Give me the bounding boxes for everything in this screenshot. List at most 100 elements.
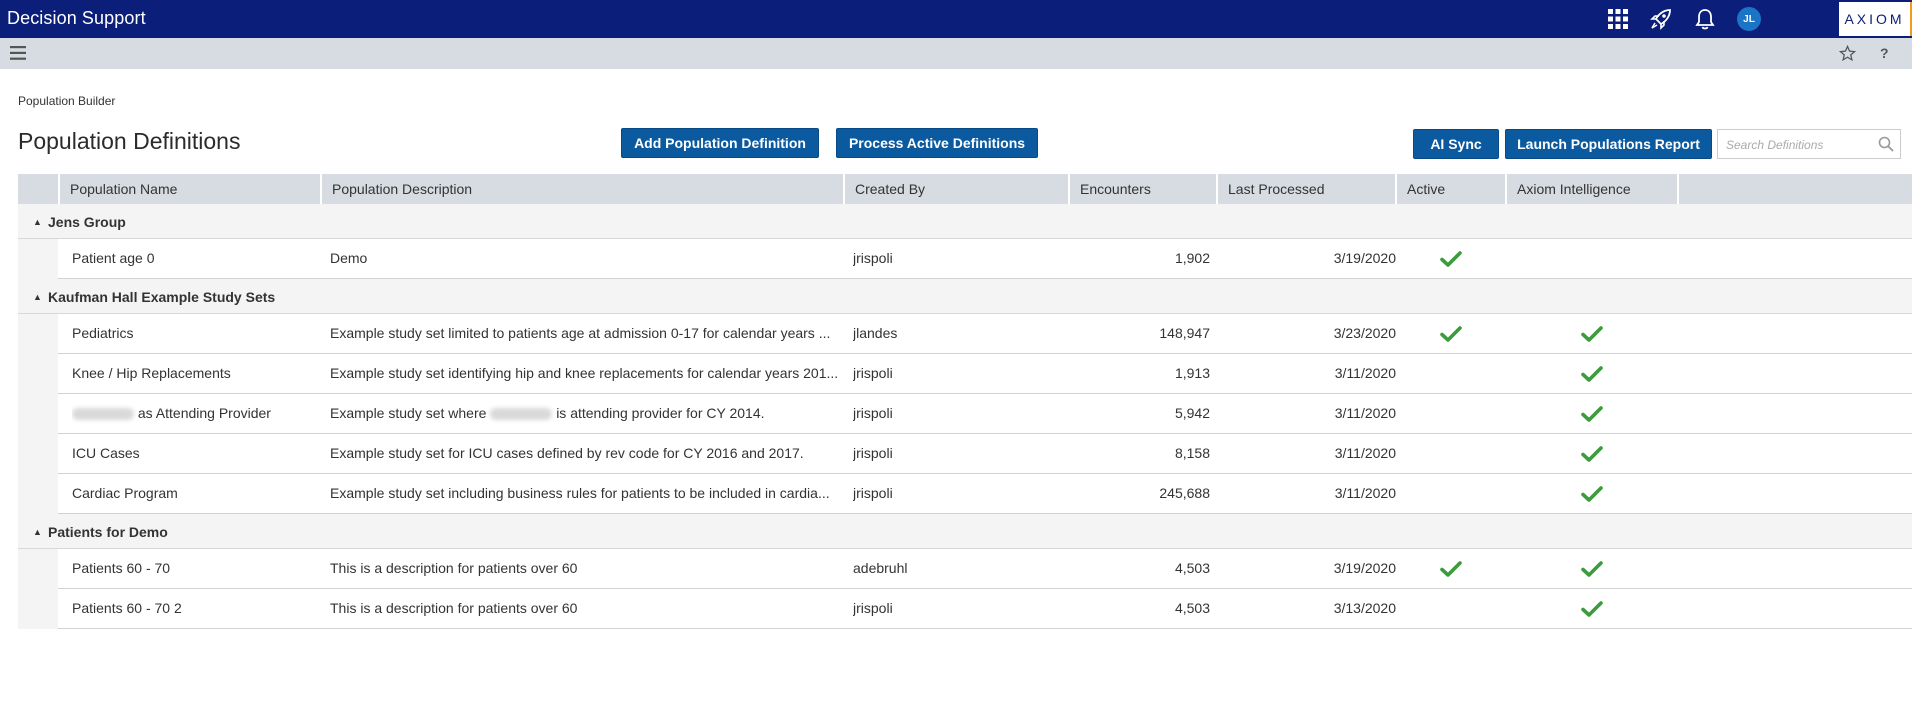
population-description-cell: Example study set including business rul… [330, 485, 830, 501]
search-input[interactable] [1726, 136, 1876, 154]
population-description-cell: Demo [330, 250, 368, 266]
population-description-cell: Example study set limited to patients ag… [330, 325, 831, 341]
row-content[interactable]: Pediatrics Example study set limited to p… [58, 314, 1912, 354]
add-population-definition-button[interactable]: Add Population Definition [621, 128, 819, 158]
top-navigation-bar: Decision Support JL AXIOM [0, 0, 1912, 38]
axiom-intelligence-checkmark-icon [1581, 326, 1603, 342]
table-row[interactable]: Cardiac Program Example study set includi… [18, 474, 1912, 514]
group-row[interactable]: ▲ Kaufman Hall Example Study Sets [18, 279, 1912, 314]
row-content[interactable]: ICU Cases Example study set for ICU cases… [58, 434, 1912, 474]
created-by-cell: jrispoli [853, 445, 893, 461]
description-text-end: is attending provider for CY 2014. [556, 405, 765, 421]
collapse-triangle-icon[interactable]: ▲ [33, 527, 42, 537]
group-label: Patients for Demo [48, 524, 168, 540]
redacted-name [490, 408, 553, 421]
description-text-start: Example study set where [330, 405, 487, 421]
column-header-last-processed[interactable]: Last Processed [1218, 174, 1397, 204]
encounters-cell: 8,158 [1174, 445, 1210, 461]
row-content[interactable]: as Attending Provider Example study set w… [58, 394, 1912, 434]
population-description-cell: Example study set identifying hip and kn… [330, 365, 839, 381]
rocket-icon[interactable] [1648, 6, 1674, 32]
axiom-intelligence-checkmark-icon [1581, 486, 1603, 502]
group-label: Jens Group [48, 214, 126, 230]
group-row[interactable]: ▲ Jens Group [18, 204, 1912, 239]
group-label: Kaufman Hall Example Study Sets [48, 289, 276, 305]
column-header-population-name[interactable]: Population Name [60, 174, 322, 204]
column-header-axiom-intelligence[interactable]: Axiom Intelligence [1507, 174, 1679, 204]
active-checkmark-icon [1440, 326, 1462, 342]
last-processed-cell: 3/19/2020 [1333, 560, 1396, 576]
last-processed-cell: 3/11/2020 [1334, 365, 1396, 381]
row-content[interactable]: Cardiac Program Example study set includi… [58, 474, 1912, 514]
axiom-intelligence-checkmark-icon [1581, 406, 1603, 422]
table-row[interactable]: Patients 60 - 70 This is a description fo… [18, 549, 1912, 589]
population-definitions-table: Population Name Population Description C… [18, 174, 1912, 629]
column-header-created-by[interactable]: Created By [845, 174, 1070, 204]
search-icon[interactable] [1878, 136, 1894, 157]
table-row[interactable]: Patient age 0 Demo jrispoli 1,902 3/19/2020 [18, 239, 1912, 279]
process-active-definitions-button[interactable]: Process Active Definitions [836, 128, 1038, 158]
population-name-cell[interactable]: ICU Cases [72, 434, 322, 474]
population-name-text: as Attending Provider [137, 405, 271, 421]
created-by-cell: adebruhl [853, 560, 908, 576]
created-by-cell: jrispoli [853, 365, 893, 381]
help-icon[interactable]: ? [1880, 45, 1889, 61]
active-checkmark-icon [1440, 561, 1462, 577]
population-name-cell[interactable]: Pediatrics [72, 314, 322, 354]
last-processed-cell: 3/11/2020 [1334, 405, 1396, 421]
row-content[interactable]: Patient age 0 Demo jrispoli 1,902 3/19/2020 [58, 239, 1912, 279]
star-icon[interactable] [1838, 44, 1857, 67]
table-row[interactable]: Knee / Hip Replacements Example study set… [18, 354, 1912, 394]
created-by-cell: jrispoli [853, 250, 893, 266]
axiom-intelligence-checkmark-icon [1581, 446, 1603, 462]
encounters-cell: 1,913 [1174, 365, 1210, 381]
group-row[interactable]: ▲ Patients for Demo [18, 514, 1912, 549]
breadcrumb[interactable]: Population Builder [18, 94, 115, 108]
collapse-triangle-icon[interactable]: ▲ [33, 292, 42, 302]
search-box [1717, 129, 1901, 159]
population-name-cell[interactable]: Cardiac Program [72, 474, 322, 514]
last-processed-cell: 3/11/2020 [1334, 445, 1396, 461]
column-header-active[interactable]: Active [1397, 174, 1507, 204]
encounters-cell: 5,942 [1174, 405, 1210, 421]
population-name-cell[interactable]: Patients 60 - 70 [72, 549, 322, 589]
ai-sync-button[interactable]: AI Sync [1413, 129, 1499, 159]
last-processed-cell: 3/23/2020 [1333, 325, 1396, 341]
table-header: Population Name Population Description C… [18, 174, 1912, 204]
population-name-cell[interactable]: Knee / Hip Replacements [72, 354, 322, 394]
axiom-logo: AXIOM [1839, 2, 1912, 36]
column-header-population-description[interactable]: Population Description [322, 174, 845, 204]
last-processed-cell: 3/13/2020 [1333, 600, 1396, 616]
population-description-cell: This is a description for patients over … [330, 560, 578, 576]
axiom-intelligence-checkmark-icon [1581, 601, 1603, 617]
population-description-cell: Example study set where is attending pro… [330, 394, 840, 434]
row-content[interactable]: Patients 60 - 70 This is a description fo… [58, 549, 1912, 589]
last-processed-cell: 3/19/2020 [1333, 250, 1396, 266]
column-header-encounters[interactable]: Encounters [1070, 174, 1218, 204]
app-title: Decision Support [7, 8, 146, 28]
created-by-cell: jlandes [853, 325, 898, 341]
population-name-cell[interactable]: as Attending Provider [72, 394, 322, 434]
launch-populations-report-button[interactable]: Launch Populations Report [1505, 129, 1712, 159]
encounters-cell: 4,503 [1174, 560, 1210, 576]
row-content[interactable]: Knee / Hip Replacements Example study set… [58, 354, 1912, 394]
encounters-cell: 245,688 [1159, 485, 1210, 501]
table-row[interactable]: Pediatrics Example study set limited to p… [18, 314, 1912, 354]
table-row[interactable]: Patients 60 - 70 2 This is a description … [18, 589, 1912, 629]
hamburger-icon[interactable] [10, 46, 26, 65]
created-by-cell: jrispoli [853, 405, 893, 421]
created-by-cell: jrispoli [853, 600, 893, 616]
row-content[interactable]: Patients 60 - 70 2 This is a description … [58, 589, 1912, 629]
axiom-intelligence-checkmark-icon [1581, 366, 1603, 382]
population-name-cell[interactable]: Patients 60 - 70 2 [72, 589, 322, 629]
population-name-cell[interactable]: Patient age 0 [72, 239, 322, 279]
page-title: Population Definitions [18, 128, 241, 154]
collapse-triangle-icon[interactable]: ▲ [33, 217, 42, 227]
bell-icon[interactable] [1692, 6, 1718, 32]
table-row[interactable]: as Attending Provider Example study set w… [18, 394, 1912, 434]
user-avatar[interactable]: JL [1737, 7, 1761, 31]
grid-icon[interactable] [1605, 6, 1631, 32]
encounters-cell: 4,503 [1174, 600, 1210, 616]
table-row[interactable]: ICU Cases Example study set for ICU cases… [18, 434, 1912, 474]
table-body: ▲ Jens Group Patient age 0 Demo jrispoli 1,90… [18, 204, 1912, 629]
